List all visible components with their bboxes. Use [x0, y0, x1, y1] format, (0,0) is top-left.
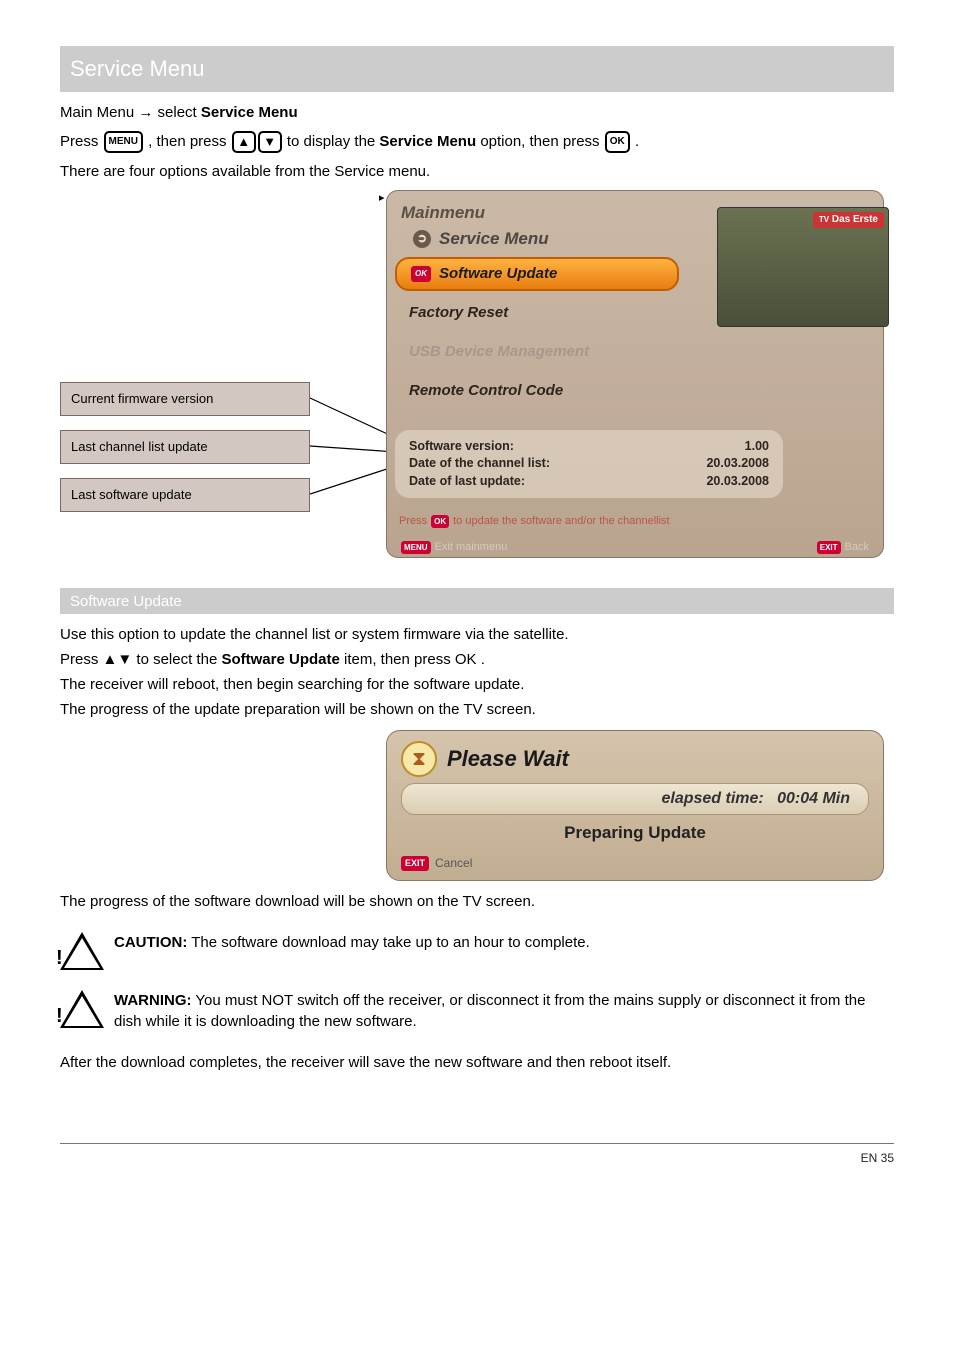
warning-triangle-icon-2 — [60, 990, 104, 1028]
software-update-body: Use this option to update the channel li… — [60, 624, 894, 720]
mainmenu-subtitle: Service Menu — [439, 227, 549, 251]
caution-row: ! CAUTION: The software download may tak… — [60, 932, 894, 970]
info-last-update-label: Date of last update: — [409, 473, 525, 491]
info-last-update-value: 20.03.2008 — [706, 473, 769, 491]
pointer-icon: ▸ — [379, 191, 385, 206]
sw-para-2: Press ▲▼ to select the Software Update i… — [60, 649, 894, 670]
ok-chip-icon: OK — [411, 266, 431, 282]
subsection-heading: Software Update — [70, 591, 182, 612]
warning-row: ! WARNING: You must NOT switch off the r… — [60, 990, 894, 1032]
service-menu-bold: Service Menu — [379, 133, 476, 150]
footer-page-number: EN 35 — [861, 1150, 894, 1167]
hourglass-icon: ⧗ — [401, 741, 437, 777]
breadcrumb-line: Main Menu → select Service Menu — [60, 102, 894, 123]
menu-chip-icon: MENU — [401, 541, 431, 554]
page-footer: EN 35 — [60, 1143, 894, 1167]
menu-item-remote-control-code[interactable]: Remote Control Code — [395, 374, 679, 408]
ok-chip-hint-icon: OK — [431, 515, 449, 528]
info-sw-version-value: 1.00 — [745, 438, 769, 456]
after-download-para: After the download completes, the receiv… — [60, 1052, 894, 1073]
menu-item-factory-reset[interactable]: Factory Reset — [395, 296, 679, 330]
please-wait-title: Please Wait — [447, 744, 569, 775]
info-sw-version-label: Software version: — [409, 438, 514, 456]
caution-text: CAUTION: The software download may take … — [114, 932, 590, 953]
elapsed-label: elapsed time: — [661, 790, 763, 807]
cancel-label[interactable]: Cancel — [435, 855, 472, 872]
ok-key-icon-2: OK — [455, 651, 477, 668]
label-channel-list-date: Last channel list update — [60, 430, 310, 464]
section-heading-bar: Service Menu — [60, 46, 894, 92]
info-channel-list-value: 20.03.2008 — [706, 455, 769, 473]
footer-exit-mainmenu[interactable]: MENU Exit mainmenu — [401, 540, 507, 555]
update-status: Preparing Update — [401, 821, 869, 845]
screenshot-row: Current firmware version Last channel li… — [60, 190, 894, 570]
menu-item-usb-device-management: USB Device Management — [395, 335, 679, 369]
warning-triangle-icon — [60, 932, 104, 970]
label-firmware-version: Current firmware version — [60, 382, 310, 416]
exit-chip-icon: EXIT — [817, 541, 841, 554]
label-last-update-date: Last software update — [60, 478, 310, 512]
warning-text: WARNING: You must NOT switch off the rec… — [114, 990, 894, 1032]
ok-key-icon: OK — [605, 131, 630, 153]
hint-line: Press OK to update the software and/or t… — [395, 514, 875, 529]
elapsed-time-bar: elapsed time: 00:04 Min — [401, 783, 869, 815]
please-wait-footer: EXIT Cancel — [401, 855, 869, 872]
service-info-panel: ▸ Software version: 1.00 Date of the cha… — [395, 430, 783, 499]
sw-para-3: The receiver will reboot, then begin sea… — [60, 674, 894, 695]
footer-back[interactable]: EXIT Back — [817, 540, 869, 555]
sw-para-5: The progress of the software download wi… — [60, 891, 894, 912]
breadcrumb-target: Service Menu — [201, 104, 298, 121]
menu-item-software-update[interactable]: OK Software Update — [395, 257, 679, 291]
down-key-icon-2: ▼ — [117, 651, 132, 668]
software-update-bold: Software Update — [221, 651, 339, 668]
menu-key-icon: MENU — [104, 131, 143, 153]
warning-bold: WARNING: — [114, 992, 192, 1009]
service-menu-screenshot: Mainmenu ➲ Service Menu TV Das Erste OK … — [386, 190, 884, 558]
submenu-arrow-icon: ➲ — [413, 230, 431, 248]
instruction-note: There are four options available from th… — [60, 161, 894, 182]
picture-in-picture: TV Das Erste — [717, 207, 889, 327]
instruction-line-1: Press MENU , then press ▲▼ to display th… — [60, 131, 894, 153]
sw-para-4: The progress of the update preparation w… — [60, 699, 894, 720]
exit-chip-icon-2[interactable]: EXIT — [401, 856, 429, 871]
info-channel-list-label: Date of the channel list: — [409, 455, 550, 473]
screenshot-footer: MENU Exit mainmenu EXIT Back — [395, 540, 875, 555]
up-key-icon: ▲ — [232, 131, 256, 153]
section-heading: Service Menu — [70, 54, 205, 85]
please-wait-screenshot: ⧗ Please Wait elapsed time: 00:04 Min Pr… — [386, 730, 884, 881]
sw-para-1: Use this option to update the channel li… — [60, 624, 894, 645]
up-key-icon-2: ▲ — [103, 651, 118, 668]
down-key-icon: ▼ — [258, 131, 282, 153]
pip-channel-badge: TV Das Erste — [813, 212, 884, 228]
caution-bold: CAUTION: — [114, 934, 187, 951]
subsection-heading-bar: Software Update — [60, 588, 894, 614]
elapsed-value: 00:04 Min — [777, 790, 850, 807]
